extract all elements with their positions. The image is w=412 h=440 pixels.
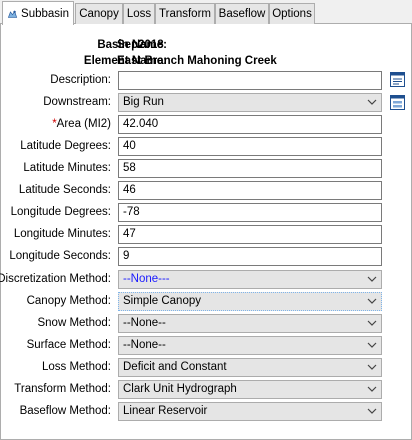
description-input[interactable] (118, 71, 382, 90)
area-input[interactable]: 42.040 (118, 115, 382, 134)
subbasin-panel: Basin Name: Sep2018 Element Name: East B… (0, 24, 412, 440)
downstream-label: Downstream: (43, 96, 111, 108)
loss-method-select[interactable]: Deficit and Constant (118, 358, 382, 377)
snow-method-label: Snow Method: (37, 317, 111, 329)
latitude-seconds-label: Latitude Seconds: (18, 184, 111, 196)
baseflow-method-label: Baseflow Method: (19, 405, 111, 417)
area-label: *Area (MI2) (52, 118, 111, 130)
canopy-method-label: Canopy Method: (26, 295, 111, 307)
description-editor-icon[interactable] (389, 71, 406, 88)
baseflow-method-value: Linear Reservoir (123, 405, 208, 417)
latitude-minutes-input[interactable]: 58 (118, 159, 382, 178)
baseflow-method-select[interactable]: Linear Reservoir (118, 402, 382, 421)
chevron-down-icon (367, 386, 377, 392)
tab-subbasin[interactable]: Subbasin (2, 1, 74, 25)
loss-method-value: Deficit and Constant (123, 361, 227, 373)
element-select-icon[interactable] (389, 94, 406, 111)
description-label: Description: (50, 74, 111, 86)
chevron-down-icon (367, 342, 377, 348)
longitude-seconds-label: Longitude Seconds: (9, 250, 111, 262)
downstream-value: Big Run (123, 96, 164, 108)
longitude-seconds-input[interactable]: 9 (118, 247, 382, 266)
transform-method-value: Clark Unit Hydrograph (123, 383, 237, 395)
tab-transform[interactable]: Transform (155, 3, 215, 24)
tab-subbasin-label: Subbasin (21, 7, 69, 20)
discretization-method-select[interactable]: --None--- (118, 270, 382, 289)
discretization-method-value: --None--- (123, 273, 170, 285)
tab-canopy[interactable]: Canopy (75, 3, 123, 24)
subbasin-icon (7, 9, 18, 18)
transform-method-label: Transform Method: (14, 383, 111, 395)
tab-options[interactable]: Options (269, 3, 315, 24)
longitude-minutes-label: Longitude Minutes: (13, 228, 111, 240)
snow-method-select[interactable]: --None-- (118, 314, 382, 333)
longitude-minutes-input[interactable]: 47 (118, 225, 382, 244)
latitude-seconds-input[interactable]: 46 (118, 181, 382, 200)
downstream-select[interactable]: Big Run (118, 93, 382, 112)
chevron-down-icon (367, 364, 377, 370)
tab-canopy-label: Canopy (79, 8, 119, 20)
tab-baseflow-label: Baseflow (218, 8, 266, 20)
element-name-value: East Branch Mahoning Creek (117, 55, 277, 67)
surface-method-select[interactable]: --None-- (118, 336, 382, 355)
latitude-minutes-label: Latitude Minutes: (23, 162, 111, 174)
snow-method-value: --None-- (123, 317, 166, 329)
chevron-down-icon (367, 276, 377, 282)
discretization-method-label: Discretization Method: (0, 273, 111, 285)
chevron-down-icon (367, 298, 377, 304)
basin-name-value: Sep2018 (117, 39, 164, 51)
latitude-degrees-input[interactable]: 40 (118, 137, 382, 156)
surface-method-value: --None-- (123, 339, 166, 351)
tab-loss-label: Loss (126, 8, 152, 20)
latitude-degrees-label: Latitude Degrees: (20, 140, 111, 152)
tab-options-label: Options (272, 8, 312, 20)
canopy-method-value: Simple Canopy (123, 295, 201, 307)
tab-transform-label: Transform (159, 8, 211, 20)
chevron-down-icon (367, 99, 377, 105)
longitude-degrees-label: Longitude Degrees: (10, 206, 111, 218)
chevron-down-icon (367, 320, 377, 326)
tab-baseflow[interactable]: Baseflow (215, 3, 269, 24)
surface-method-label: Surface Method: (26, 339, 111, 351)
longitude-degrees-input[interactable]: -78 (118, 203, 382, 222)
tab-loss[interactable]: Loss (123, 3, 155, 24)
loss-method-label: Loss Method: (41, 361, 111, 373)
transform-method-select[interactable]: Clark Unit Hydrograph (118, 380, 382, 399)
area-label-text: Area (MI2) (56, 118, 111, 130)
chevron-down-icon (367, 408, 377, 414)
canopy-method-select[interactable]: Simple Canopy (118, 292, 382, 311)
tab-bar: Subbasin Canopy Loss Transform Baseflow … (0, 0, 412, 25)
